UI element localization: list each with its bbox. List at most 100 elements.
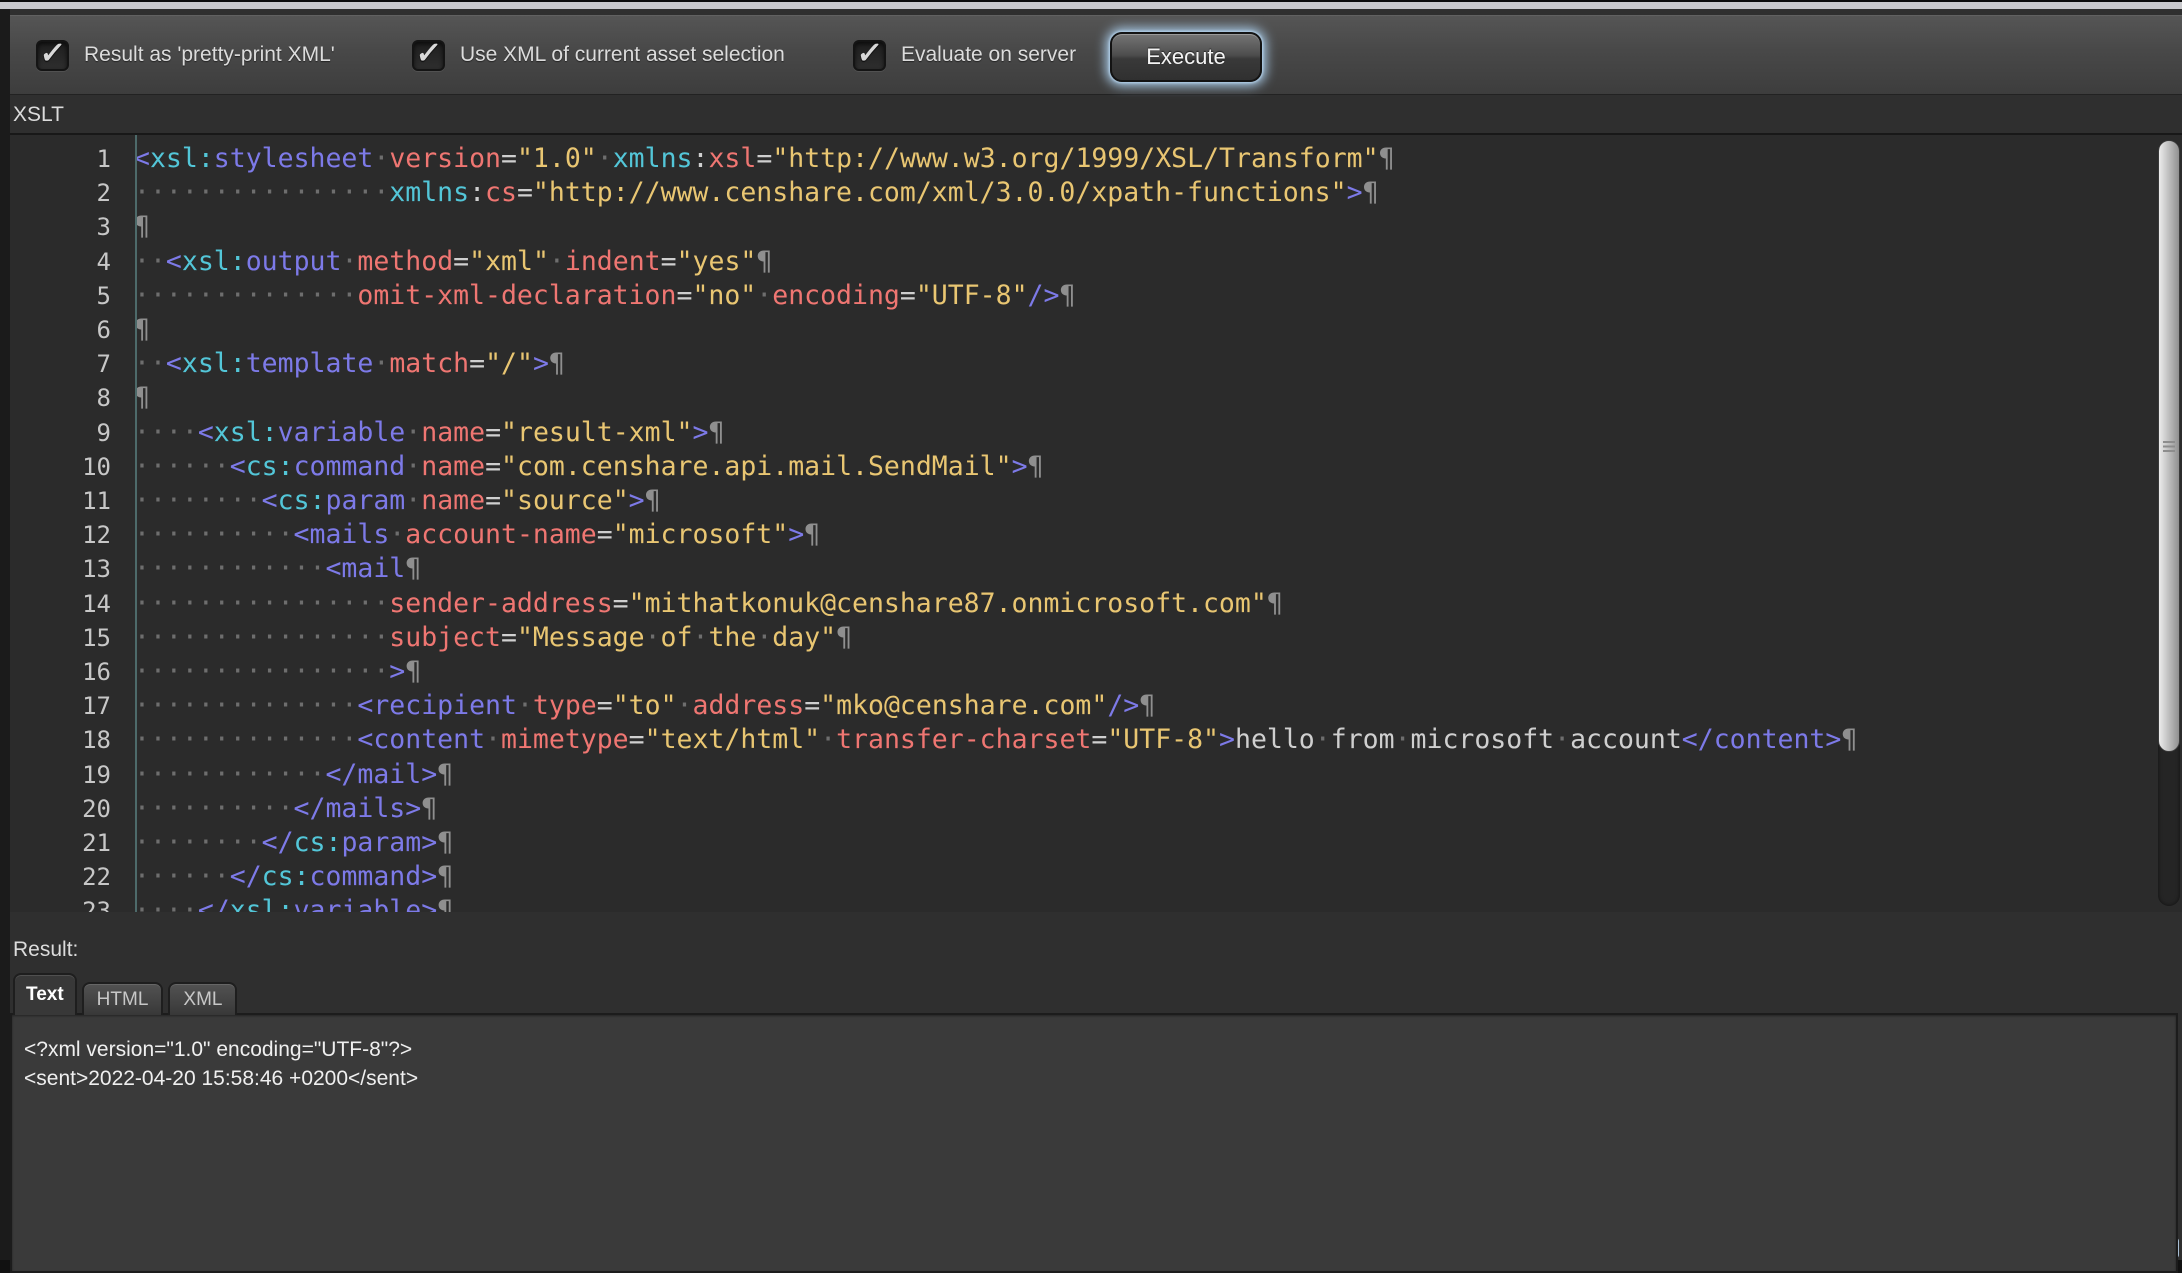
code-token: of: [661, 622, 693, 653]
code-token: "xml": [469, 246, 549, 277]
code-line[interactable]: 3¶: [10, 210, 2152, 244]
code-token: day": [772, 622, 836, 653]
tab-html[interactable]: HTML: [82, 982, 164, 1015]
code-token: command: [294, 451, 406, 482]
code-token: ··: [134, 246, 166, 277]
code-line-content: <xsl:stylesheet·version="1.0"·xmlns:xsl=…: [123, 142, 1395, 176]
line-number: 15: [10, 621, 123, 655]
checkbox-group: ✓Use XML of current asset selection: [412, 16, 785, 94]
code-line[interactable]: 5··············omit-xml-declaration="no"…: [10, 279, 2152, 313]
code-token: cs: [485, 177, 517, 208]
code-line[interactable]: 1<xsl:stylesheet·version="1.0"·xmlns:xsl…: [10, 142, 2152, 176]
code-token: ················: [134, 588, 389, 619]
checkbox[interactable]: ✓: [853, 40, 886, 71]
code-token: ¶: [437, 827, 453, 858]
code-line[interactable]: 6¶: [10, 313, 2152, 347]
code-token: ¶: [1139, 690, 1155, 721]
editor-scrollbar-thumb[interactable]: [2158, 140, 2180, 752]
code-token: </: [294, 793, 326, 824]
code-token: ·: [405, 417, 421, 448]
code-token: stylesheet: [214, 143, 374, 174]
code-token: ············: [134, 759, 325, 790]
line-number: 1: [10, 142, 123, 176]
code-token: cs:: [294, 827, 342, 858]
code-token: <: [166, 246, 182, 277]
code-token: <: [166, 348, 182, 379]
code-token: ······: [134, 861, 230, 892]
code-token: >: [421, 827, 437, 858]
code-token: xmlns: [613, 143, 693, 174]
line-number: 22: [10, 860, 123, 894]
code-token: ·: [677, 690, 693, 721]
line-number: 4: [10, 245, 123, 279]
code-line-content: ················xmlns:cs="http://www.cen…: [123, 176, 1379, 210]
code-line[interactable]: 17··············<recipient·type="to"·add…: [10, 689, 2152, 723]
code-token: <: [357, 690, 373, 721]
code-token: ¶: [437, 895, 453, 912]
code-token: =: [453, 246, 469, 277]
code-line[interactable]: 19············</mail>¶: [10, 758, 2152, 792]
tab-text[interactable]: Text: [13, 973, 77, 1015]
code-token: ··············: [134, 280, 357, 311]
code-line[interactable]: 9····<xsl:variable·name="result-xml">¶: [10, 416, 2152, 450]
line-number: 8: [10, 381, 123, 415]
code-token: account: [1570, 724, 1682, 755]
code-token: ·: [1554, 724, 1570, 755]
code-token: ················: [134, 656, 389, 687]
code-line[interactable]: 21········</cs:param>¶: [10, 826, 2152, 860]
code-token: encoding: [772, 280, 900, 311]
code-line-content: ····</xsl:variable>¶: [123, 894, 453, 912]
line-number: 16: [10, 655, 123, 689]
code-token: ¶: [549, 348, 565, 379]
editor-scrollbar[interactable]: [2158, 140, 2180, 906]
code-line[interactable]: 15················subject="Message·of·th…: [10, 621, 2152, 655]
code-token: ·: [389, 519, 405, 550]
result-output-panel[interactable]: <?xml version="1.0" encoding="UTF-8"?><s…: [10, 1013, 2178, 1273]
code-token: "1.0": [517, 143, 597, 174]
line-number: 6: [10, 313, 123, 347]
code-token: ·: [549, 246, 565, 277]
code-token: ·: [373, 348, 389, 379]
code-line-content: ········<cs:param·name="source">¶: [123, 484, 661, 518]
code-token: "source": [501, 485, 629, 516]
code-token: </: [230, 861, 262, 892]
code-token: >: [389, 656, 405, 687]
code-token: output: [246, 246, 342, 277]
code-line[interactable]: 20··········</mails>¶: [10, 792, 2152, 826]
code-token: xsl:: [182, 246, 246, 277]
code-line[interactable]: 7··<xsl:template·match="/">¶: [10, 347, 2152, 381]
window-left-margin: [0, 9, 10, 1260]
checkbox[interactable]: ✓: [412, 40, 445, 71]
code-line[interactable]: 23····</xsl:variable>¶: [10, 894, 2152, 912]
code-token: xmlns: [389, 177, 469, 208]
code-line[interactable]: 2················xmlns:cs="http://www.ce…: [10, 176, 2152, 210]
xslt-editor[interactable]: 1<xsl:stylesheet·version="1.0"·xmlns:xsl…: [10, 133, 2182, 912]
code-line[interactable]: 4··<xsl:output·method="xml"·indent="yes"…: [10, 245, 2152, 279]
code-token: mail: [341, 553, 405, 584]
code-line[interactable]: 22······</cs:command>¶: [10, 860, 2152, 894]
line-number: 10: [10, 450, 123, 484]
code-line[interactable]: 13············<mail¶: [10, 552, 2152, 586]
checkbox[interactable]: ✓: [36, 40, 69, 71]
code-line[interactable]: 14················sender-address="mithat…: [10, 587, 2152, 621]
code-line[interactable]: 16················>¶: [10, 655, 2152, 689]
code-token: param: [341, 827, 421, 858]
result-output-line: <sent>2022-04-20 15:58:46 +0200</sent>: [24, 1064, 2176, 1093]
execute-button[interactable]: Execute: [1110, 32, 1262, 82]
code-token: mimetype: [501, 724, 629, 755]
code-line[interactable]: 8¶: [10, 381, 2152, 415]
code-line-content: ··········<mails·account-name="microsoft…: [123, 518, 820, 552]
tab-xml[interactable]: XML: [168, 982, 237, 1015]
code-token: hello: [1235, 724, 1315, 755]
code-token: ············: [134, 553, 325, 584]
code-token: variable: [278, 417, 406, 448]
code-token: >: [629, 485, 645, 516]
code-token: content: [1714, 724, 1826, 755]
code-token: command: [310, 861, 422, 892]
code-line[interactable]: 10······<cs:command·name="com.censhare.a…: [10, 450, 2152, 484]
code-line[interactable]: 18··············<content·mimetype="text/…: [10, 723, 2152, 757]
code-line[interactable]: 12··········<mails·account-name="microso…: [10, 518, 2152, 552]
code-token: ····: [134, 895, 198, 912]
code-line[interactable]: 11········<cs:param·name="source">¶: [10, 484, 2152, 518]
code-token: "microsoft": [613, 519, 789, 550]
